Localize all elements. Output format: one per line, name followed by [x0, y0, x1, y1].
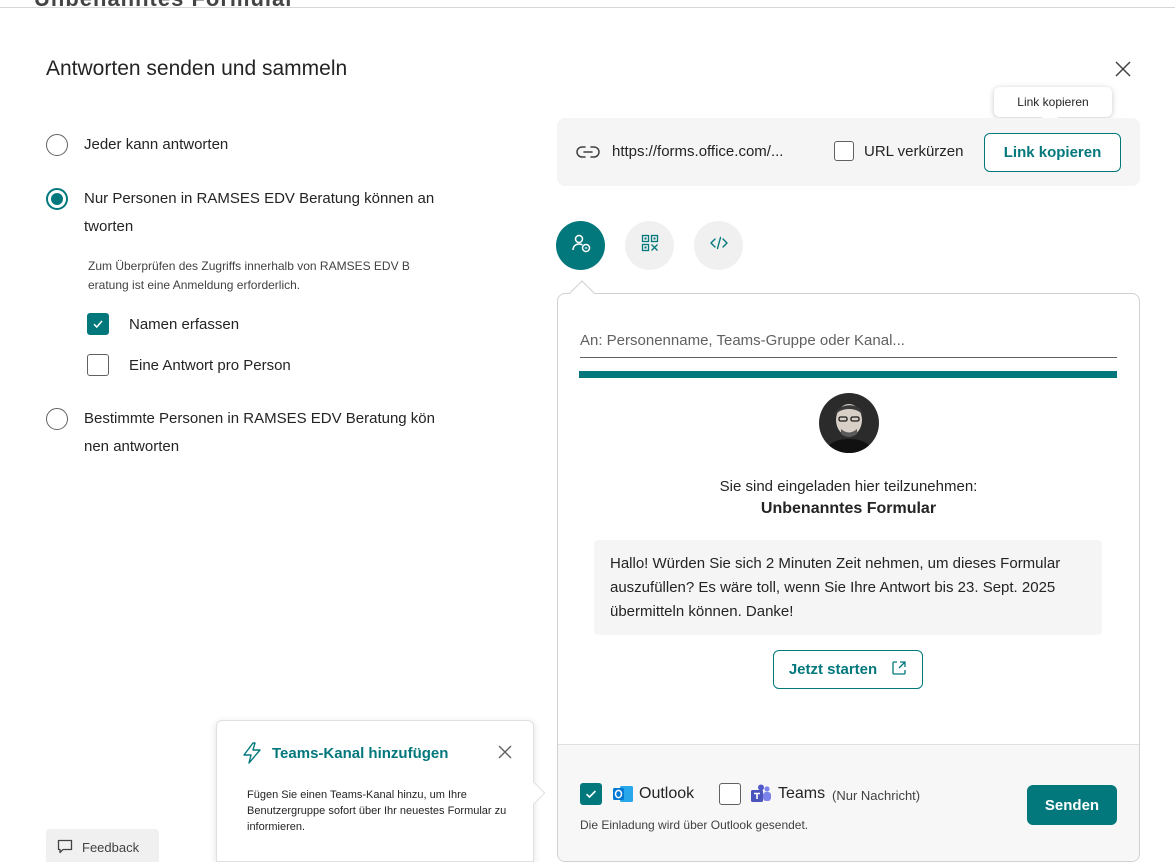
share-invite-button[interactable]: [556, 221, 605, 270]
checkbox[interactable]: [87, 313, 109, 335]
send-button[interactable]: Senden: [1027, 785, 1117, 825]
open-external-icon: [891, 660, 907, 680]
teams-note: (Nur Nachricht): [832, 788, 921, 803]
radio-label: Jeder kann antworten: [84, 136, 229, 153]
teams-label: Teams: [778, 785, 826, 802]
popup-body: Fügen Sie einen Teams-Kanal hinzu, um Ih…: [247, 789, 507, 833]
radio-button[interactable]: [46, 134, 68, 156]
qr-code-icon: [641, 234, 659, 257]
recipient-input[interactable]: [580, 324, 1117, 358]
outlook-checkbox[interactable]: [580, 783, 602, 805]
background-page-header: Unbenanntes Formular: [0, 0, 1175, 8]
close-icon[interactable]: [1110, 56, 1136, 82]
checkbox-record-name[interactable]: Namen erfassen: [87, 313, 239, 335]
sign-in-note: Zum Überprüfen des Zugriffs innerhalb vo…: [88, 259, 410, 292]
form-name: Unbenanntes Formular: [760, 500, 937, 517]
feedback-button[interactable]: Feedback: [46, 829, 159, 862]
copy-link-tooltip: Link kopieren: [994, 87, 1112, 117]
person-invite-icon: [570, 232, 592, 259]
copy-link-button[interactable]: Link kopieren: [984, 133, 1121, 172]
close-icon[interactable]: [496, 743, 514, 761]
radio-anyone[interactable]: Jeder kann antworten: [46, 134, 228, 159]
invite-message[interactable]: Hallo! Würden Sie sich 2 Minuten Zeit ne…: [594, 540, 1102, 635]
form-url[interactable]: https://forms.office.com/...: [612, 143, 783, 160]
send-hint: Die Einladung wird über Outlook gesendet…: [580, 818, 809, 832]
radio-label: Nur Personen in RAMSES EDV Beratung könn…: [84, 190, 435, 235]
embed-code-icon: [709, 235, 729, 256]
avatar: [819, 393, 879, 453]
radio-organization-only[interactable]: Nur Personen in RAMSES EDV Beratung könn…: [46, 188, 434, 241]
feedback-label: Feedback: [82, 839, 140, 855]
dialog-title: Antworten senden und sammeln: [46, 57, 348, 80]
start-now-button[interactable]: Jetzt starten: [773, 650, 923, 689]
teams-checkbox[interactable]: [719, 783, 741, 805]
start-now-label: Jetzt starten: [788, 661, 878, 678]
lightning-icon: [240, 741, 264, 770]
preview-accent-bar: [579, 371, 1117, 378]
checkbox-one-response[interactable]: Eine Antwort pro Person: [87, 354, 291, 376]
invite-line: Sie sind eingeladen hier teilzunehmen:: [719, 478, 978, 495]
radio-button[interactable]: [46, 408, 68, 430]
link-icon: [576, 144, 600, 165]
share-embed-button[interactable]: [694, 221, 743, 270]
popup-title: Teams-Kanal hinzufügen: [272, 745, 449, 762]
radio-button-selected[interactable]: [46, 188, 68, 210]
share-qr-button[interactable]: [625, 221, 674, 270]
checkbox-label: Namen erfassen: [129, 315, 240, 333]
shorten-url-label: URL verkürzen: [864, 143, 964, 160]
radio-specific-people[interactable]: Bestimmte Personen in RAMSES EDV Beratun…: [46, 408, 435, 461]
feedback-icon: [56, 837, 74, 858]
background-form-title: Unbenanntes Formular: [34, 0, 295, 7]
checkbox[interactable]: [87, 354, 109, 376]
checkbox-label: Eine Antwort pro Person: [129, 356, 291, 374]
teams-icon: [750, 783, 772, 810]
outlook-icon: [612, 783, 634, 810]
outlook-label: Outlook: [639, 785, 695, 802]
radio-label: Bestimmte Personen in RAMSES EDV Beratun…: [84, 410, 435, 455]
shorten-url-checkbox[interactable]: [834, 141, 854, 161]
